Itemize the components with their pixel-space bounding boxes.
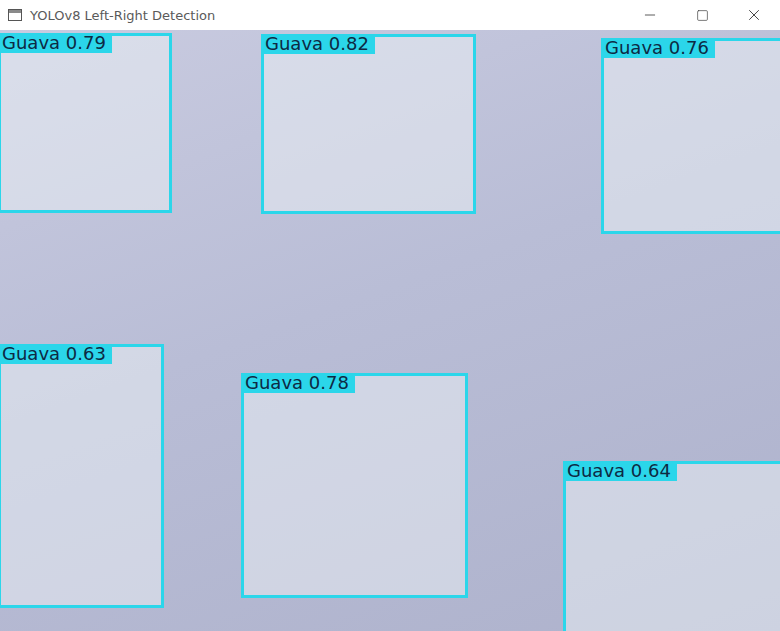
detection-label: Guava 0.82 (261, 34, 375, 54)
detection-box: Guava 0.76 (601, 38, 780, 234)
app-window: YOLOv8 Left-Right DetectionGuava 0.79Gua… (0, 0, 780, 631)
detection-box: Guava 0.82 (261, 34, 476, 214)
video-frame: Guava 0.79 Guava 0.82 Guava 0.76 Guava 0.63… (0, 30, 780, 631)
maximize-button[interactable] (676, 0, 728, 30)
minimize-icon (642, 7, 658, 23)
detection-label: Guava 0.63 (0, 344, 112, 364)
close-icon (745, 6, 763, 24)
app-icon (8, 9, 22, 21)
detection-box: Guava 0.63 (0, 344, 164, 608)
window-controls (624, 0, 780, 30)
close-button[interactable] (728, 0, 780, 30)
minimize-button[interactable] (624, 0, 676, 30)
maximize-icon (696, 9, 709, 22)
detection-label: Guava 0.79 (0, 33, 112, 53)
detection-box: Guava 0.78 (241, 373, 468, 598)
detection-box: Guava 0.64 (563, 461, 780, 631)
title-bar: YOLOv8 Left-Right Detection (0, 0, 780, 30)
detection-label: Guava 0.64 (563, 461, 677, 481)
detection-label: Guava 0.78 (241, 373, 355, 393)
detection-box: Guava 0.79 (0, 33, 172, 213)
detection-label: Guava 0.76 (601, 38, 715, 58)
window-title: YOLOv8 Left-Right Detection (30, 8, 624, 23)
